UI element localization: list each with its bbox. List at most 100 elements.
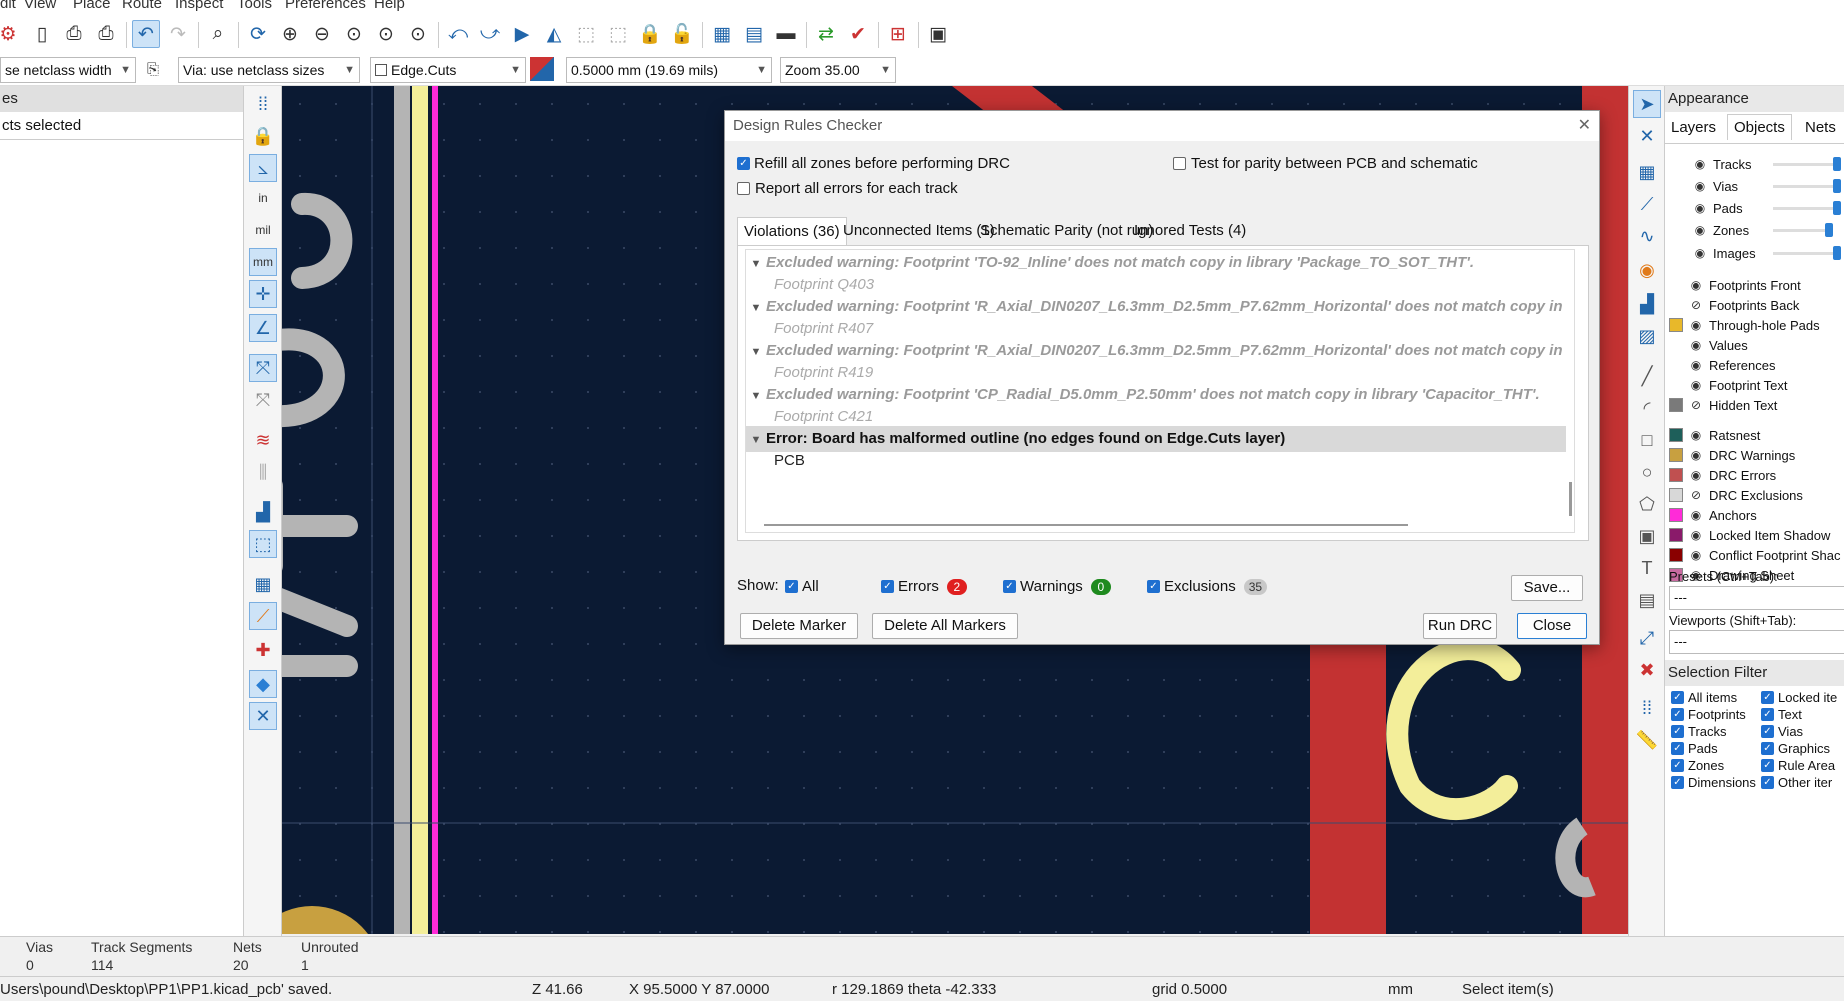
netlist-icon[interactable]: ▦ <box>708 20 736 48</box>
zoom-select[interactable]: Zoom 35.00 ▼ <box>780 57 896 83</box>
find-icon[interactable]: ⌕ <box>204 20 232 48</box>
properties-toggle-icon[interactable]: ✕ <box>249 702 277 730</box>
tab-ignored-tests[interactable]: Ignored Tests (4) <box>1128 217 1252 245</box>
zoom-selection-icon[interactable]: ⊙ <box>404 20 432 48</box>
plot-icon[interactable]: ⎙ <box>92 20 120 48</box>
eye-icon[interactable]: ◉ <box>1689 548 1703 562</box>
object-row[interactable]: ◉ References <box>1669 355 1776 375</box>
filter-warnings-checkbox[interactable]: ✓ Warnings 0 <box>1003 578 1111 595</box>
undo-icon[interactable]: ↶ <box>132 20 160 48</box>
filter-checkbox[interactable]: ✓ Dimensions <box>1671 775 1756 790</box>
add-via-icon[interactable]: ◉ <box>1633 256 1661 284</box>
print-icon[interactable]: ⎙ <box>60 20 88 48</box>
ungroup-icon[interactable]: ⬚ <box>604 20 632 48</box>
tab-objects[interactable]: Objects <box>1727 114 1792 140</box>
object-row[interactable]: ◉ Anchors <box>1669 505 1757 525</box>
eye-icon[interactable]: ◉ <box>1693 223 1707 237</box>
object-row[interactable]: ◉ Conflict Footprint Shac <box>1669 545 1841 565</box>
add-zone-icon[interactable]: ▟ <box>1633 290 1661 318</box>
zoom-out-icon[interactable]: ⊖ <box>308 20 336 48</box>
add-textbox-icon[interactable]: ▤ <box>1633 586 1661 614</box>
eye-icon[interactable]: ◉ <box>1693 179 1707 193</box>
polar-coords-icon[interactable]: ⦣ <box>249 154 277 182</box>
color-swatch[interactable] <box>1669 508 1683 522</box>
object-tracks[interactable]: ◉ Tracks <box>1693 154 1752 174</box>
zone-fill-icon[interactable]: ▟ <box>249 498 277 526</box>
draw-arc-icon[interactable]: ◜ <box>1633 394 1661 422</box>
object-row[interactable]: ◉ Footprints Front <box>1669 275 1801 295</box>
eye-icon[interactable]: ◉ <box>1689 508 1703 522</box>
filter-all-checkbox[interactable]: ✓ All <box>785 578 819 595</box>
measure-tool-icon[interactable]: 📏 <box>1633 726 1661 754</box>
color-swatch[interactable] <box>1669 528 1683 542</box>
eye-icon[interactable]: ◉ <box>1693 157 1707 171</box>
edit-pre-sizes-icon[interactable]: ⎘ <box>140 56 166 82</box>
color-swatch[interactable] <box>1669 398 1683 412</box>
color-swatch[interactable] <box>1669 448 1683 462</box>
unlock-icon[interactable]: 🔓 <box>668 20 696 48</box>
object-vias[interactable]: ◉ Vias <box>1693 176 1738 196</box>
draw-circle-icon[interactable]: ○ <box>1633 458 1661 486</box>
eye-off-icon[interactable]: ⊘ <box>1689 488 1703 502</box>
eye-off-icon[interactable]: ⊘ <box>1689 298 1703 312</box>
menu-inspect[interactable]: Inspect <box>175 0 223 12</box>
tab-layers[interactable]: Layers <box>1671 119 1716 136</box>
contrast-mode-icon[interactable]: ✚ <box>249 636 277 664</box>
zoom-fit-icon[interactable]: ⊙ <box>340 20 368 48</box>
horizontal-scrollbar[interactable] <box>764 524 1408 526</box>
lock-icon[interactable]: 🔒 <box>636 20 664 48</box>
eye-icon[interactable]: ◉ <box>1689 338 1703 352</box>
filter-checkbox[interactable]: ✓ Vias <box>1761 724 1803 739</box>
vias-opacity-slider[interactable] <box>1773 179 1841 193</box>
angle-constraint-icon[interactable]: ∠ <box>249 314 277 342</box>
filter-checkbox[interactable]: ✓ Rule Area <box>1761 758 1835 773</box>
units-mm-button[interactable]: mm <box>249 248 277 276</box>
add-text-icon[interactable]: T <box>1633 554 1661 582</box>
eye-icon[interactable]: ◉ <box>1689 318 1703 332</box>
via-outline-icon[interactable]: ▦ <box>249 570 277 598</box>
layer-pair-icon[interactable] <box>530 57 554 81</box>
object-row[interactable]: ⊘ DRC Exclusions <box>1669 485 1803 505</box>
update-pcb-icon[interactable]: ⇄ <box>812 20 840 48</box>
flip-icon[interactable]: ▶ <box>508 20 536 48</box>
tab-violations[interactable]: Violations (36) <box>737 217 847 245</box>
rotate-ccw-icon[interactable]: ⤺ <box>444 20 472 48</box>
object-row[interactable]: ◉ Ratsnest <box>1669 425 1760 445</box>
eye-icon[interactable]: ◉ <box>1689 378 1703 392</box>
units-inch-button[interactable]: in <box>249 184 277 212</box>
add-footprint-icon[interactable]: ▦ <box>1633 158 1661 186</box>
viewports-select[interactable]: --- <box>1669 630 1844 654</box>
group-icon[interactable]: ⬚ <box>572 20 600 48</box>
menu-place[interactable]: Place <box>73 0 111 12</box>
menu-preferences[interactable]: Preferences <box>285 0 366 12</box>
menu-tools[interactable]: Tools <box>237 0 272 12</box>
rule-area-icon[interactable]: ▨ <box>1633 322 1661 350</box>
tune-length-icon[interactable]: ∿ <box>1633 222 1661 250</box>
delete-marker-button[interactable]: Delete Marker <box>740 613 858 639</box>
draw-polygon-icon[interactable]: ⬠ <box>1633 490 1661 518</box>
run-drc-button[interactable]: Run DRC <box>1423 613 1497 639</box>
eye-icon[interactable]: ◉ <box>1689 448 1703 462</box>
set-origin-icon[interactable]: ⁞⁞ <box>1633 694 1661 722</box>
eye-icon[interactable]: ◉ <box>1689 468 1703 482</box>
close-button[interactable]: Close <box>1517 613 1587 639</box>
pads-opacity-slider[interactable] <box>1773 201 1841 215</box>
footprint-editor-icon[interactable]: ▤ <box>740 20 768 48</box>
net-highlight-icon[interactable]: ≋ <box>249 426 277 454</box>
object-row[interactable]: ◉ Through-hole Pads <box>1669 315 1820 335</box>
via-size-select[interactable]: Via: use netclass sizes ▼ <box>178 57 360 83</box>
violation-item-row[interactable]: PCB <box>746 448 1566 474</box>
color-swatch[interactable] <box>1669 428 1683 442</box>
select-tool-icon[interactable]: ➤ <box>1633 90 1661 118</box>
zoom-objects-icon[interactable]: ⊙ <box>372 20 400 48</box>
filter-checkbox[interactable]: ✓ Zones <box>1671 758 1724 773</box>
highlight-net-icon[interactable]: ✕ <box>1633 122 1661 150</box>
refresh-icon[interactable]: ⟳ <box>244 20 272 48</box>
object-row[interactable]: ◉ Values <box>1669 335 1748 355</box>
filter-checkbox[interactable]: ✓ Footprints <box>1671 707 1746 722</box>
menu-help[interactable]: Help <box>374 0 405 12</box>
filter-checkbox[interactable]: ✓ All items <box>1671 690 1737 705</box>
color-swatch[interactable] <box>1669 548 1683 562</box>
layer-select[interactable]: Edge.Cuts ▼ <box>370 57 526 83</box>
eye-icon[interactable]: ◉ <box>1689 428 1703 442</box>
